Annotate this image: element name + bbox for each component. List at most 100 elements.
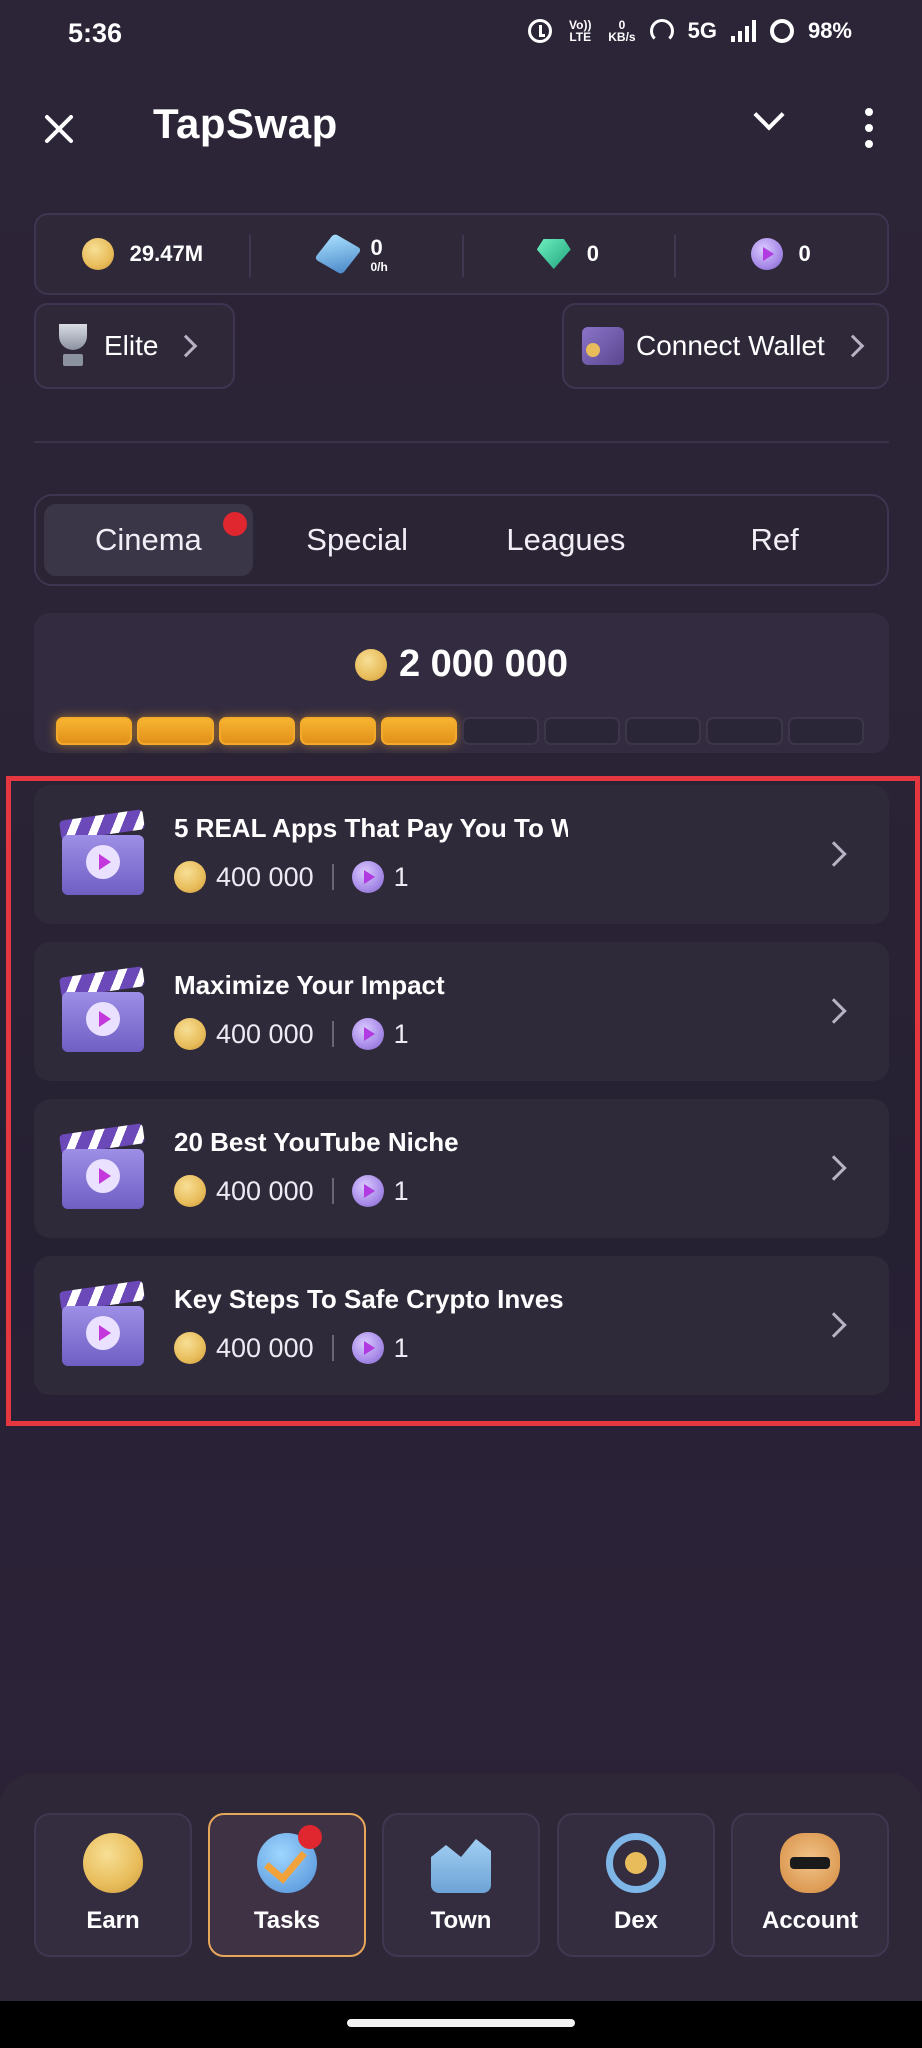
tab-special[interactable]: Special bbox=[253, 504, 462, 576]
tab-label: Cinema bbox=[94, 522, 202, 557]
reward-progress-card: 2 000 000 bbox=[34, 613, 889, 753]
clapperboard-icon bbox=[59, 1123, 145, 1209]
task-rewards: 400 000 1 bbox=[174, 1332, 409, 1364]
volte-indicator: Vo)) LTE bbox=[569, 18, 592, 44]
notification-badge bbox=[222, 512, 247, 536]
coin-balance: 29.47M bbox=[36, 215, 249, 293]
exchange-icon bbox=[606, 1833, 666, 1893]
chevron-right-icon bbox=[841, 334, 865, 358]
task-coin-reward: 400 000 bbox=[216, 861, 314, 892]
nav-tasks[interactable]: Tasks bbox=[208, 1813, 366, 1957]
balance-bar: 29.47M 0 0/h 0 0 bbox=[34, 213, 889, 295]
separator bbox=[331, 1021, 334, 1047]
task-item[interactable]: 5 REAL Apps That Pay You To W 400 000 1 bbox=[34, 785, 889, 924]
coin-icon bbox=[174, 1332, 206, 1364]
task-ticket-reward: 1 bbox=[393, 1332, 409, 1363]
tab-label: Ref bbox=[750, 522, 799, 557]
ticket-balance: 0 bbox=[674, 215, 887, 293]
task-item[interactable]: Key Steps To Safe Crypto Inves 400 000 1 bbox=[34, 1256, 889, 1395]
progress-segment-empty bbox=[625, 717, 702, 745]
town-icon bbox=[431, 1839, 491, 1893]
close-icon[interactable] bbox=[38, 108, 80, 150]
cube-rate: 0/h bbox=[370, 260, 388, 274]
coin-icon bbox=[174, 1018, 206, 1050]
tab-label: Leagues bbox=[506, 522, 626, 557]
signal-icon bbox=[730, 20, 756, 42]
play-token-icon bbox=[351, 1332, 384, 1364]
separator bbox=[331, 864, 334, 890]
play-token-icon bbox=[351, 861, 384, 893]
league-label: Elite bbox=[104, 330, 159, 361]
task-title: 5 REAL Apps That Pay You To W bbox=[174, 813, 568, 843]
chevron-right-icon bbox=[821, 1312, 847, 1338]
gem-balance-value: 0 bbox=[586, 241, 599, 266]
app-title: TapSwap bbox=[153, 100, 338, 147]
progress-segment-empty bbox=[706, 717, 783, 745]
more-menu-icon[interactable] bbox=[864, 108, 874, 148]
status-time: 5:36 bbox=[68, 18, 123, 48]
chevron-down-icon[interactable] bbox=[753, 99, 785, 131]
gem-icon bbox=[536, 239, 571, 269]
chevron-right-icon bbox=[175, 334, 198, 358]
task-coin-reward: 400 000 bbox=[216, 1332, 314, 1363]
progress-segment-empty bbox=[462, 717, 539, 745]
net-speed-unit: KB/s bbox=[608, 30, 636, 44]
chevron-right-icon bbox=[821, 998, 847, 1024]
divider bbox=[34, 441, 889, 443]
home-indicator[interactable] bbox=[347, 2019, 575, 2027]
nav-account[interactable]: Account bbox=[731, 1813, 889, 1957]
reward-progress-bar bbox=[56, 717, 864, 745]
connect-wallet-button[interactable]: Connect Wallet bbox=[562, 303, 889, 389]
alarm-icon bbox=[528, 19, 553, 43]
coin-balance-value: 29.47M bbox=[129, 241, 204, 266]
net-speed: 0 KB/s bbox=[608, 19, 635, 43]
coin-icon bbox=[83, 1833, 143, 1893]
tab-cinema[interactable]: Cinema bbox=[44, 504, 253, 576]
ticket-balance-value: 0 bbox=[798, 241, 811, 266]
task-coin-reward: 400 000 bbox=[216, 1175, 314, 1206]
task-rewards: 400 000 1 bbox=[174, 1175, 409, 1207]
bottom-nav: Earn Tasks Town Dex Account bbox=[0, 1773, 922, 2001]
task-item[interactable]: 20 Best YouTube Niche 400 000 1 bbox=[34, 1099, 889, 1238]
cube-icon bbox=[314, 233, 363, 275]
progress-segment-filled bbox=[218, 717, 295, 745]
coin-icon bbox=[354, 648, 387, 681]
league-button[interactable]: Elite bbox=[34, 303, 235, 389]
notification-badge bbox=[298, 1825, 322, 1849]
play-token-icon bbox=[351, 1018, 384, 1050]
nav-label: Earn bbox=[86, 1907, 140, 1934]
task-item[interactable]: Maximize Your Impact 400 000 1 bbox=[34, 942, 889, 1081]
progress-segment-empty bbox=[543, 717, 621, 745]
battery-icon bbox=[769, 19, 794, 43]
nav-dex[interactable]: Dex bbox=[557, 1813, 715, 1957]
chevron-right-icon bbox=[821, 1155, 847, 1181]
nav-label: Town bbox=[430, 1907, 492, 1934]
status-bar: 5:36 Vo)) LTE 0 KB/s 5G 98% bbox=[0, 0, 922, 70]
connect-wallet-label: Connect Wallet bbox=[636, 330, 825, 361]
tab-leagues[interactable]: Leagues bbox=[462, 504, 671, 576]
nav-earn[interactable]: Earn bbox=[34, 1813, 192, 1957]
nav-label: Tasks bbox=[253, 1907, 321, 1934]
coin-icon bbox=[81, 238, 114, 270]
cube-balance: 0 0/h bbox=[248, 215, 462, 293]
coin-icon bbox=[174, 861, 206, 893]
task-ticket-reward: 1 bbox=[393, 861, 409, 892]
task-title: Maximize Your Impact bbox=[174, 970, 445, 1000]
task-ticket-reward: 1 bbox=[393, 1018, 409, 1049]
nav-town[interactable]: Town bbox=[382, 1813, 540, 1957]
gem-balance: 0 bbox=[461, 215, 675, 293]
clapperboard-icon bbox=[59, 1280, 145, 1366]
reward-amount-row: 2 000 000 bbox=[34, 643, 889, 686]
progress-segment-filled bbox=[56, 717, 133, 745]
clapperboard-icon bbox=[59, 966, 145, 1052]
status-icons: Vo)) LTE 0 KB/s 5G 98% bbox=[528, 18, 852, 44]
wallet-icon bbox=[582, 327, 624, 365]
progress-segment-filled bbox=[381, 717, 458, 745]
coin-icon bbox=[174, 1175, 206, 1207]
tab-ref[interactable]: Ref bbox=[670, 504, 879, 576]
hotspot-icon bbox=[649, 19, 674, 43]
nav-label: Dex bbox=[613, 1907, 659, 1934]
task-tabs: Cinema Special Leagues Ref bbox=[34, 494, 889, 586]
battery-level: 98% bbox=[807, 18, 852, 43]
task-title: Key Steps To Safe Crypto Inves bbox=[174, 1284, 564, 1314]
